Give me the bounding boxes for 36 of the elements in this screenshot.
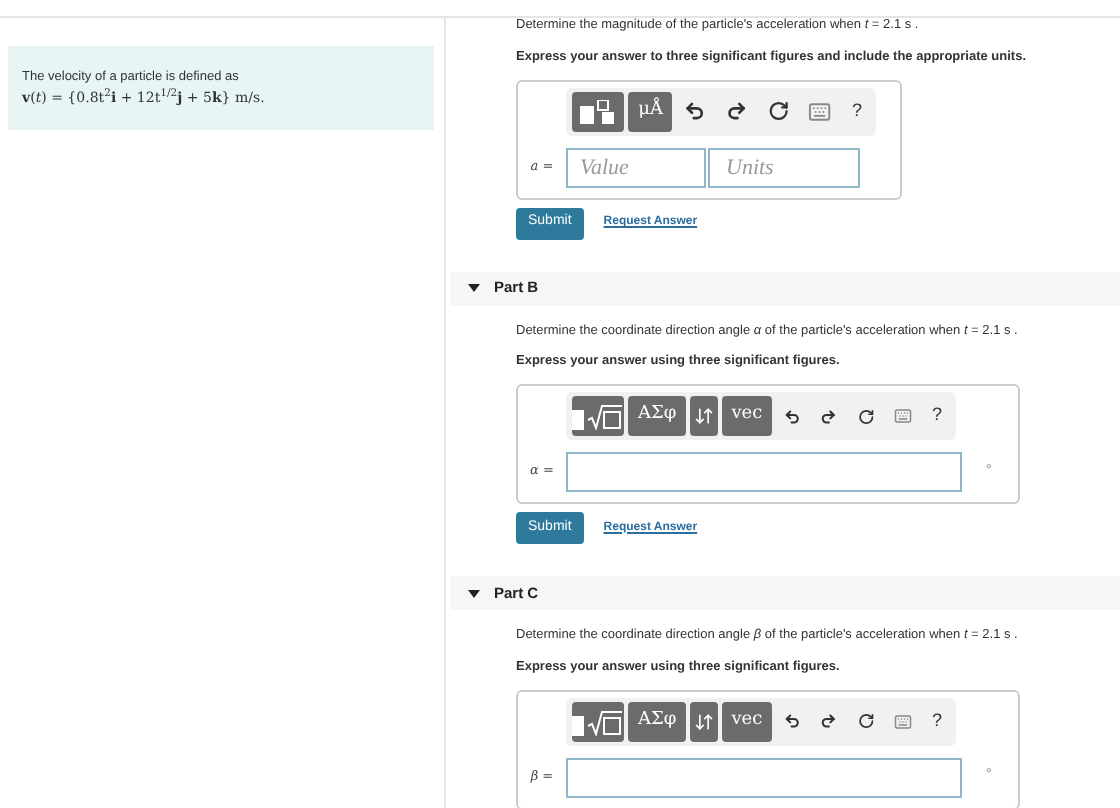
undo-icon[interactable] (784, 710, 801, 732)
answer-field[interactable] (566, 452, 962, 492)
caret-icon (468, 284, 480, 292)
arrows-icon (693, 406, 714, 426)
reset-icon[interactable] (857, 710, 874, 732)
radical-icon (572, 707, 624, 735)
template-icon (580, 99, 617, 123)
symbol-button[interactable]: ΑΣφ (628, 701, 687, 741)
reset-icon[interactable] (857, 405, 874, 427)
answer-field[interactable] (566, 757, 962, 797)
symbol-button[interactable]: vec (721, 701, 773, 741)
template-button[interactable] (572, 91, 625, 131)
arrows-icon (693, 711, 714, 731)
symbol-button[interactable]: ΑΣφ (628, 396, 687, 436)
units-field[interactable]: Units (708, 147, 860, 187)
redo-icon[interactable] (820, 405, 838, 427)
value-field[interactable]: Value (566, 147, 706, 187)
redo-icon[interactable] (820, 710, 838, 732)
help-button[interactable]: ? (923, 707, 950, 735)
keyboard-icon[interactable] (893, 709, 912, 733)
symbol-button[interactable]: vec (721, 396, 773, 436)
reset-icon[interactable] (767, 100, 789, 122)
template-button[interactable] (572, 701, 624, 741)
keyboard-icon[interactable] (893, 404, 912, 428)
help-button[interactable]: ? (923, 402, 950, 430)
redo-icon[interactable] (726, 100, 748, 122)
radical-icon (572, 402, 624, 430)
keyboard-icon[interactable] (808, 99, 832, 123)
symbol-button[interactable]: μÅ (628, 91, 673, 131)
help-button[interactable]: ? (844, 97, 871, 125)
undo-icon[interactable] (784, 405, 801, 427)
caret-icon (468, 589, 480, 597)
template-button[interactable] (572, 396, 624, 436)
subscript-button[interactable] (690, 701, 718, 741)
undo-icon[interactable] (684, 100, 707, 122)
subscript-button[interactable] (690, 396, 718, 436)
